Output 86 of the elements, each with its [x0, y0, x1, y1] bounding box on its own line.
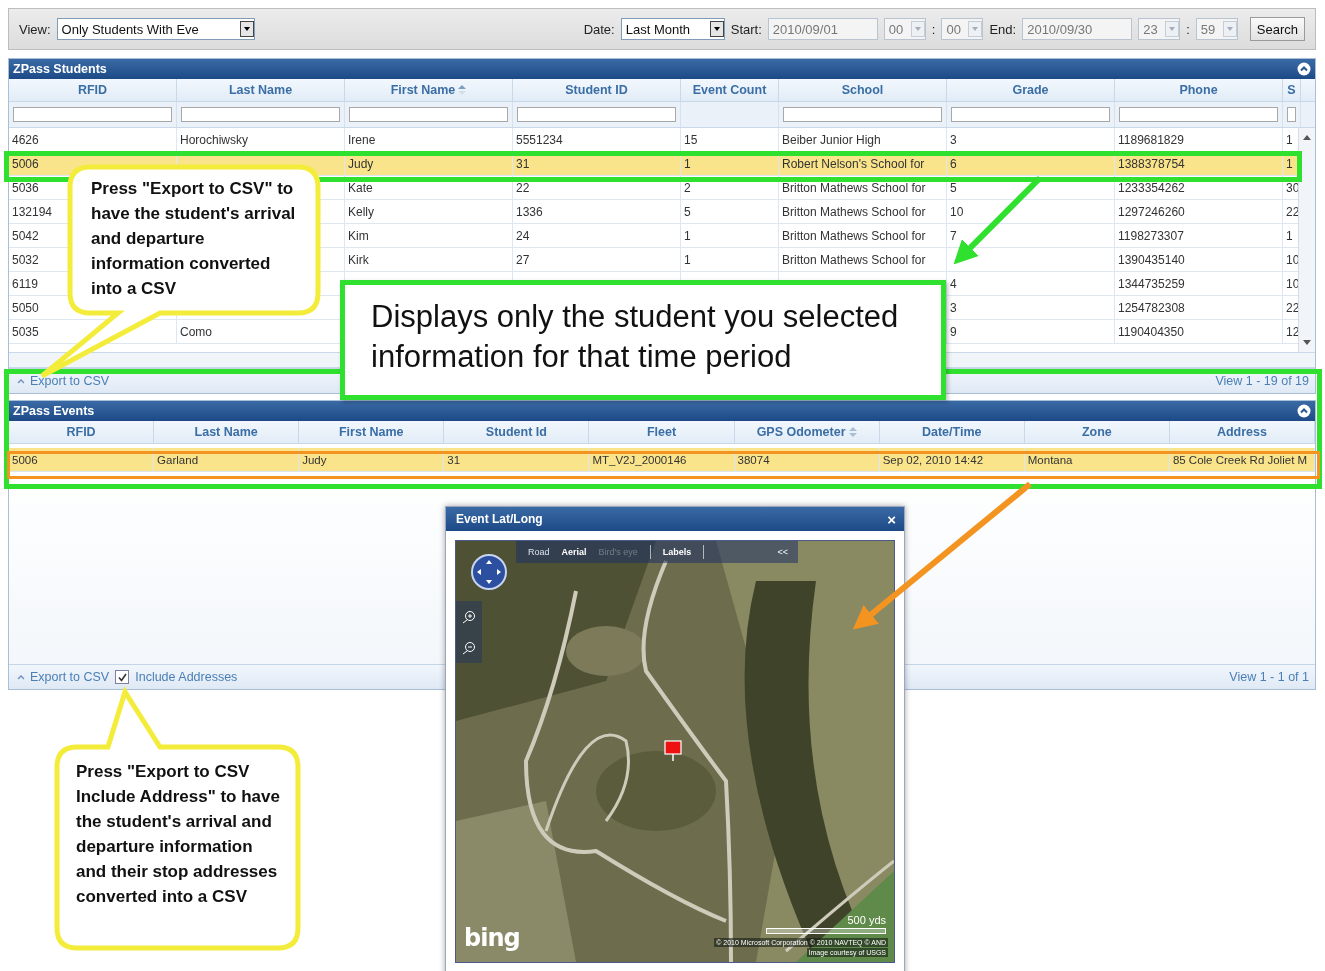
table-cell: 5	[684, 205, 691, 219]
logo: bing	[464, 924, 520, 952]
table-cell: 132194	[12, 205, 53, 219]
table-cell: Kate	[348, 181, 373, 195]
table-cell: 5036	[12, 181, 39, 195]
table-cell: 6119	[12, 277, 38, 291]
field-label: End:	[989, 21, 1017, 37]
table-cell: 5006	[12, 454, 38, 466]
table-cell: 10	[950, 205, 964, 219]
table-cell: 12	[1286, 325, 1298, 339]
table-cell: Sep 02, 2010 14:42	[882, 454, 984, 466]
table-cell: 5035	[12, 325, 39, 339]
table-cell: 1336	[516, 205, 543, 219]
table-cell: 1	[1286, 133, 1293, 147]
table-cell: 22	[1286, 301, 1298, 315]
table-cell: 3	[950, 133, 957, 147]
table-cell: 1	[684, 157, 691, 171]
table-cell: 9	[950, 325, 957, 339]
table-cell: Robert Nelson's School for	[782, 157, 925, 171]
table-cell: 15	[684, 133, 698, 147]
field-label: Start:	[730, 21, 762, 37]
table-cell: 4	[950, 277, 957, 291]
pager-text: View 1 - 1 of 1	[1229, 670, 1309, 684]
table-cell: 7	[950, 229, 957, 243]
table-cell: 6	[950, 157, 957, 171]
table-cell: Britton Mathews School for	[782, 205, 926, 219]
table-cell: MT_V2J_2000146	[592, 454, 687, 466]
table-cell: 1344735259	[1118, 277, 1185, 291]
table-cell: Judy	[302, 454, 327, 466]
table-cell: 31	[516, 157, 530, 171]
table-cell: 1190404350	[1118, 325, 1184, 339]
table-cell: 5032	[12, 253, 39, 267]
checkbox-label: Include Addresses	[135, 670, 238, 684]
table-cell: 22	[1286, 205, 1298, 219]
table-cell: 5042	[12, 229, 39, 243]
table-cell: Garland	[157, 454, 199, 466]
table-cell: 5050	[12, 301, 39, 315]
table-cell: Britton Mathews School for	[782, 181, 926, 195]
table-cell: 27	[516, 253, 530, 267]
table-cell: 1233354262	[1118, 181, 1185, 195]
time-separator: :	[1186, 21, 1190, 37]
table-cell: 5006	[12, 157, 39, 171]
table-cell: 30	[1286, 181, 1298, 195]
table-cell: Beiber Junior High	[782, 133, 881, 147]
table-cell: 5551234	[516, 133, 563, 147]
field-label: Date:	[583, 21, 615, 37]
scale-label: 500 yds	[847, 914, 886, 926]
table-cell: 1	[1286, 229, 1293, 243]
callout-tooltip: Press "Export to CSV Include Address" to have the student's arrival and departure information and their stop addresses converted into a CSV	[55, 689, 301, 951]
table-cell: 3	[950, 301, 957, 315]
panel-title: ZPass Students	[13, 62, 107, 76]
table-cell: 31	[447, 454, 461, 466]
window-title: Event Lat/Long	[456, 512, 543, 526]
table-cell: 1254782308	[1118, 301, 1185, 315]
table-cell: Irene	[348, 133, 376, 147]
table-cell: Horochiwsky	[180, 133, 248, 147]
table-cell: Britton Mathews School for	[782, 229, 926, 243]
table-cell: 1	[684, 253, 691, 267]
table-cell: Kim	[348, 229, 369, 243]
table-cell: 22	[516, 181, 530, 195]
callout-tooltip: Displays only the student you selected information for that time period	[340, 280, 946, 400]
table-cell: 10	[1286, 253, 1298, 267]
table-cell: Britton Mathews School for	[782, 253, 926, 267]
table-cell: Como	[180, 325, 212, 339]
table-cell: 24	[516, 229, 530, 243]
table-cell: 1189681829	[1118, 133, 1184, 147]
table-cell: Kelly	[348, 205, 374, 219]
panel-title: ZPass Events	[13, 404, 95, 418]
table-cell: Judy	[348, 157, 374, 171]
table-cell: 5	[950, 181, 957, 195]
table-cell: 2	[684, 181, 691, 195]
pager-text: View 1 - 19 of 19	[1215, 374, 1309, 388]
table-cell: 85 Cole Creek Rd Joliet M	[1172, 454, 1308, 466]
table-cell: 1390435140	[1118, 253, 1185, 267]
table-cell: Kirk	[348, 253, 369, 267]
table-cell: 10	[1286, 277, 1298, 291]
time-separator: :	[931, 21, 936, 37]
table-cell: 1	[1286, 157, 1293, 171]
table-cell: 4626	[12, 133, 39, 147]
table-cell: 1297246260	[1118, 205, 1185, 219]
field-label: View:	[19, 21, 51, 37]
table-cell: 1198273307	[1118, 229, 1184, 243]
table-cell: 1	[684, 229, 691, 243]
table-cell: 1388378754	[1118, 157, 1185, 171]
table-cell: Montana	[1027, 454, 1073, 466]
table-cell: 38074	[737, 454, 770, 466]
